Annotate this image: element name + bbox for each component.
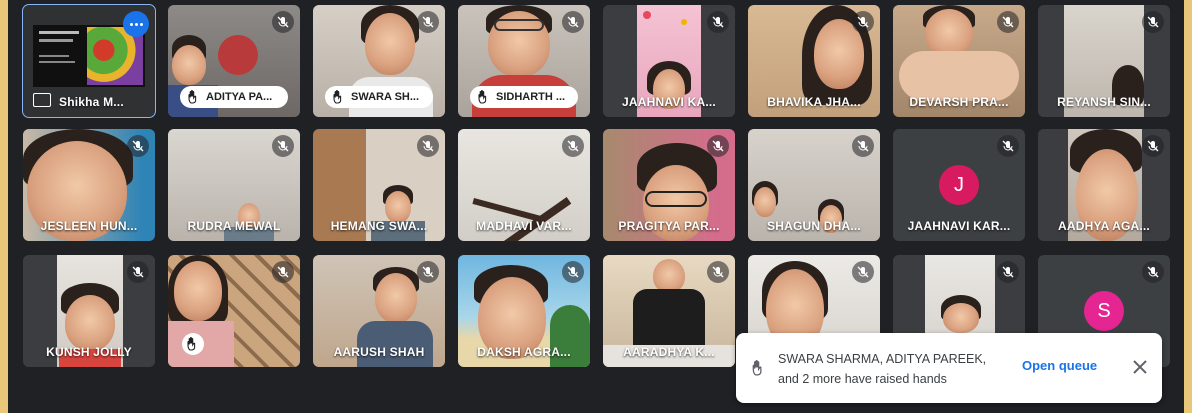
- mic-off-icon: [707, 261, 729, 283]
- participant-name: AADHYA AGA...: [1058, 219, 1150, 233]
- participant-tile-kunsh[interactable]: KUNSH JOLLY: [23, 255, 155, 367]
- participant-name: AARUSH SHAH: [333, 345, 425, 359]
- raised-hand-icon: [188, 90, 197, 104]
- participant-name: SIDHARTH ...: [496, 91, 566, 103]
- participant-name: JAAHNAVI KAR...: [907, 219, 1011, 233]
- mic-off-icon: [272, 11, 294, 33]
- participant-name: RUDRA MEWAL: [187, 219, 281, 233]
- mic-off-icon: [272, 261, 294, 283]
- participant-name: DEVARSH PRA...: [909, 95, 1009, 109]
- participant-tile-hemang[interactable]: HEMANG SWA...: [313, 129, 445, 241]
- mic-off-icon: [417, 261, 439, 283]
- mic-off-icon: [707, 135, 729, 157]
- participant-tile-hand-raised[interactable]: [168, 255, 300, 367]
- mic-off-icon: [852, 261, 874, 283]
- raised-hand-icon: [752, 360, 762, 376]
- participant-name: HEMANG SWA...: [330, 219, 428, 233]
- avatar-letter: J: [954, 173, 964, 196]
- raised-hand-icon: [333, 90, 342, 104]
- participant-tile-daksh[interactable]: DAKSH AGRA...: [458, 255, 590, 367]
- participant-name: SHAGUN DHA...: [767, 219, 861, 233]
- mic-off-icon: [562, 11, 584, 33]
- raised-hand-badge: [182, 333, 204, 355]
- toast-line-1: SWARA SHARMA, ADITYA PAREEK,: [778, 352, 987, 366]
- raised-hand-badge: SIDHARTH ...: [470, 86, 578, 108]
- mic-off-icon: [1142, 135, 1164, 157]
- raised-hand-badge: SWARA SH...: [325, 86, 433, 108]
- participant-name: SWARA SH...: [351, 91, 420, 103]
- raised-hand-icon: [187, 337, 196, 351]
- participant-tile-rudra[interactable]: RUDRA MEWAL: [168, 129, 300, 241]
- participant-tile-reyansh[interactable]: REYANSH SIN...: [1038, 5, 1170, 117]
- mic-off-icon: [1142, 261, 1164, 283]
- avatar-letter: S: [1097, 299, 1111, 322]
- mic-off-icon: [852, 135, 874, 157]
- raised-hands-toast: SWARA SHARMA, ADITYA PAREEK, and 2 more …: [736, 333, 1162, 403]
- participant-tile-aaradhya[interactable]: AARADHYA K...: [603, 255, 735, 367]
- raised-hand-badge: ADITYA PA...: [180, 86, 288, 108]
- open-queue-button[interactable]: Open queue: [1022, 358, 1097, 373]
- participant-name: BHAVIKA JHA...: [767, 95, 861, 109]
- avatar: J: [939, 165, 979, 205]
- mic-off-icon: [997, 11, 1019, 33]
- participant-name: MADHAVI VAR...: [476, 219, 572, 233]
- participant-name: PRAGITYA PAR...: [618, 219, 720, 233]
- participant-name: JESLEEN HUN...: [40, 219, 138, 233]
- participant-tile-devarsh[interactable]: DEVARSH PRA...: [893, 5, 1025, 117]
- mic-off-icon: [127, 135, 149, 157]
- mic-off-icon: [997, 135, 1019, 157]
- participant-tile-bhavika[interactable]: BHAVIKA JHA...: [748, 5, 880, 117]
- participant-tile-pragitya[interactable]: PRAGITYA PAR...: [603, 129, 735, 241]
- participant-tile-aarush[interactable]: AARUSH SHAH: [313, 255, 445, 367]
- participant-name: AARADHYA K...: [623, 345, 715, 359]
- participant-name: JAAHNAVI KA...: [622, 95, 716, 109]
- participant-tile-jaahnavi-ka[interactable]: JAAHNAVI KA...: [603, 5, 735, 117]
- present-icon: [33, 93, 51, 107]
- participant-tile-jesleen[interactable]: JESLEEN HUN...: [23, 129, 155, 241]
- mic-off-icon: [707, 11, 729, 33]
- mic-off-icon: [562, 261, 584, 283]
- avatar: S: [1084, 291, 1124, 331]
- participant-name: DAKSH AGRA...: [477, 345, 571, 359]
- participant-tile-shagun[interactable]: SHAGUN DHA...: [748, 129, 880, 241]
- toast-line-2: and 2 more have raised hands: [778, 372, 947, 386]
- participant-tile-swara[interactable]: SWARA SH...: [313, 5, 445, 117]
- mic-off-icon: [417, 11, 439, 33]
- mic-off-icon: [1142, 11, 1164, 33]
- participant-tile-sidharth[interactable]: SIDHARTH ...: [458, 5, 590, 117]
- close-icon[interactable]: [1130, 357, 1150, 377]
- mic-off-icon: [417, 135, 439, 157]
- mic-off-icon: [562, 135, 584, 157]
- mic-off-icon: [272, 135, 294, 157]
- raised-hand-icon: [478, 90, 487, 104]
- participant-name: Shikha M...: [59, 95, 124, 109]
- mic-off-icon: [997, 261, 1019, 283]
- participant-name: ADITYA PA...: [206, 91, 273, 103]
- mic-off-icon: [852, 11, 874, 33]
- participant-tile-madhavi[interactable]: MADHAVI VAR...: [458, 129, 590, 241]
- participant-tile-self[interactable]: Shikha M...: [22, 4, 156, 118]
- mic-off-icon: [127, 261, 149, 283]
- participant-tile-aadhya[interactable]: AADHYA AGA...: [1038, 129, 1170, 241]
- more-options-icon[interactable]: [123, 11, 149, 37]
- participant-name: KUNSH JOLLY: [46, 345, 132, 359]
- participant-tile-jaahnavi-kar[interactable]: J JAAHNAVI KAR...: [893, 129, 1025, 241]
- toast-message: SWARA SHARMA, ADITYA PAREEK, and 2 more …: [778, 349, 998, 389]
- participant-tile-aditya[interactable]: ADITYA PA...: [168, 5, 300, 117]
- participant-name: REYANSH SIN...: [1057, 95, 1151, 109]
